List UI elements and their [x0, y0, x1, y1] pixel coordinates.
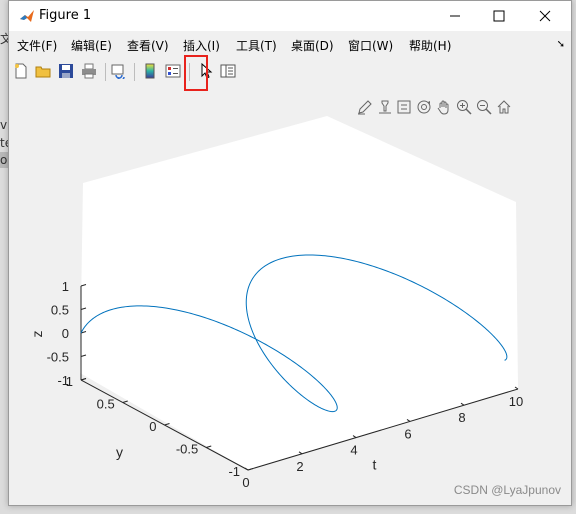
- x-axis-label: t: [373, 457, 377, 473]
- z-axis-label: z: [29, 331, 45, 338]
- x-tick-label: 2: [296, 459, 303, 474]
- x-tick-label: 10: [509, 394, 523, 409]
- x-tick-label: 0: [242, 475, 249, 490]
- z-tick-label: 0: [62, 326, 69, 341]
- z-tick-label: -1: [57, 373, 69, 388]
- plot3d[interactable]: 0246810-1-0.500.51-1-0.500.51tyz: [0, 0, 576, 514]
- z-tick-label: -0.5: [47, 350, 69, 365]
- y-tick: [122, 400, 128, 403]
- y-axis-label: y: [116, 444, 123, 460]
- x-tick-label: 6: [404, 426, 411, 441]
- x-tick-label: 8: [458, 410, 465, 425]
- z-tick-label: 1: [62, 279, 69, 294]
- y-tick-label: -1: [228, 464, 240, 479]
- z-tick-label: 0.5: [51, 303, 69, 318]
- y-tick: [164, 423, 170, 426]
- z-tick: [80, 378, 87, 381]
- y-tick-label: -0.5: [176, 442, 198, 457]
- axes-box: [80, 116, 518, 470]
- y-tick-label: 0: [149, 419, 156, 434]
- x-tick-label: 4: [350, 443, 357, 458]
- y-tick-label: 0.5: [97, 397, 115, 412]
